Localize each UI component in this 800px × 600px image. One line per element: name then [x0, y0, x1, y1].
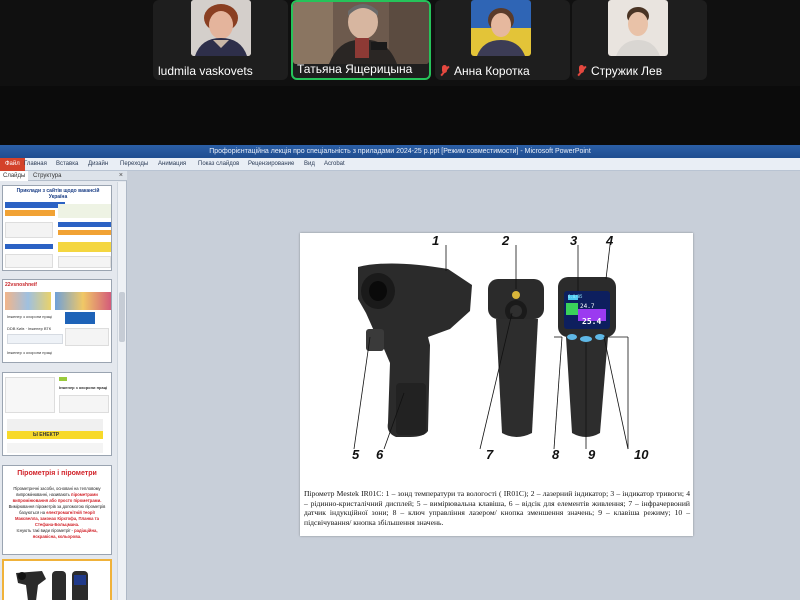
slide-thumbnail-1[interactable]: Приклади з сайтів щодо вакансій Україна — [2, 185, 112, 271]
thumb1-banner — [5, 244, 53, 249]
thumb2-line: Інженер з охорони праці — [7, 350, 53, 355]
pane-tab-bar: Слайды Структура × — [0, 171, 127, 181]
label-6: 6 — [376, 447, 384, 462]
participant-name-3: Анна Коротка — [439, 64, 570, 78]
tab-animation[interactable]: Анимация — [158, 158, 186, 171]
tab-file[interactable]: Файл — [0, 158, 25, 171]
label-4: 4 — [606, 233, 614, 248]
participant-tile-1[interactable]: ludmila vaskovets — [153, 0, 288, 80]
thumb2-line: Інженер з охорони праці — [7, 314, 53, 319]
person-avatar-icon — [471, 0, 531, 56]
thumb2-image — [55, 292, 111, 310]
label-9: 9 — [588, 447, 596, 462]
slides-pane: Слайды Структура × Приклади з сайтів щод… — [0, 171, 127, 600]
thumb2-card — [65, 328, 109, 346]
label-8: 8 — [552, 447, 560, 462]
tab-home[interactable]: Главная — [24, 158, 47, 171]
scrollbar-thumb[interactable] — [119, 292, 125, 342]
thumb4-text: Пірометричні засоби, основані на теплово… — [7, 486, 107, 540]
tab-outline[interactable]: Структура — [30, 171, 64, 181]
thumb3-line: Ы ЕНЕКТР — [33, 432, 60, 438]
participant-tile-4[interactable]: Стружик Лев — [572, 0, 707, 80]
thumb3-line: Інженер з охорони праці — [59, 385, 108, 390]
label-5: 5 — [352, 447, 360, 462]
thumb1-banner — [5, 210, 55, 216]
display-reading-2: 24.7 — [580, 303, 595, 310]
thumb1-banner — [5, 202, 65, 208]
slide-thumbnail-5[interactable] — [2, 559, 112, 600]
tab-slideshow[interactable]: Показ слайдов — [198, 158, 239, 171]
tab-transitions[interactable]: Переходы — [120, 158, 148, 171]
thumb3-card — [7, 419, 103, 431]
slide-thumbnail-3[interactable]: Інженер з охорони праці Ы ЕНЕКТР — [2, 372, 112, 456]
slide-editor: 1 2 3 4 5 6 7 8 9 10 6.0/85 24.7 25.4 Пі… — [128, 171, 800, 600]
participant-tile-3[interactable]: Анна Коротка — [435, 0, 570, 80]
label-10: 10 — [634, 447, 649, 462]
mic-muted-icon — [576, 65, 587, 76]
thumb4-text-3: Існують такі види пірометрії - — [16, 528, 73, 533]
pane-scrollbar[interactable] — [117, 182, 126, 600]
tab-slides[interactable]: Слайды — [0, 171, 29, 181]
label-3: 3 — [570, 233, 578, 248]
participant-name-3-text: Анна Коротка — [454, 64, 530, 78]
thumb1-card — [5, 254, 53, 268]
thumb3-card — [59, 395, 109, 413]
person-avatar-icon — [608, 0, 668, 56]
thumb2-image — [5, 292, 51, 310]
thumb2-logo: 22vsnoshneif — [5, 282, 37, 288]
person-avatar-icon — [191, 0, 251, 56]
thumb2-logo-block — [65, 312, 95, 324]
participant-name-2: Татьяна Ящерицына — [297, 62, 413, 76]
thumb1-card — [58, 256, 111, 268]
participant-name-4-text: Стружик Лев — [591, 64, 663, 78]
slide-thumbnail-2[interactable]: 22vsnoshneif Інженер з охорони праці DDB… — [2, 279, 112, 363]
powerpoint-window: Профорієнтаційна лекція про спеціальніст… — [0, 145, 800, 600]
window-title: Профорієнтаційна лекція про спеціальніст… — [0, 145, 800, 158]
label-1: 1 — [432, 233, 440, 248]
participant-video-2 — [293, 2, 429, 64]
screen: ludmila vaskovets Татьяна Ящерицына Анна… — [0, 0, 800, 600]
participant-video-3 — [471, 0, 531, 56]
thumb1-banner — [58, 222, 111, 227]
thumb1-banner — [58, 230, 111, 235]
participant-tile-2[interactable]: Татьяна Ящерицына — [291, 0, 431, 80]
mic-muted-icon — [439, 65, 450, 76]
display-reading-3: 25.4 — [582, 317, 602, 326]
thumb2-card — [7, 334, 63, 344]
thumb3-logo-block — [59, 377, 67, 381]
participant-video-4 — [608, 0, 668, 56]
current-slide[interactable]: 1 2 3 4 5 6 7 8 9 10 6.0/85 24.7 25.4 Пі… — [300, 233, 693, 536]
tab-acrobat[interactable]: Acrobat — [324, 158, 345, 171]
tab-insert[interactable]: Вставка — [56, 158, 78, 171]
label-7: 7 — [486, 447, 494, 462]
thermometer-illustration — [353, 244, 629, 450]
video-call-strip: ludmila vaskovets Татьяна Ящерицына Анна… — [0, 0, 800, 86]
tab-review[interactable]: Рецензирование — [248, 158, 294, 171]
display-reading-1: 6.0/85 — [568, 294, 583, 299]
tab-view[interactable]: Вид — [304, 158, 315, 171]
thumb2-line: DDB Київ · Інженер ВТК — [7, 326, 52, 331]
participant-name-1: ludmila vaskovets — [158, 64, 253, 78]
slide-caption: Пірометр Mestek IR01C: 1 – зонд температ… — [304, 489, 690, 527]
participant-video-1 — [191, 0, 251, 56]
thumb1-title: Приклади з сайтів щодо вакансій Україна — [16, 188, 100, 200]
thumb3-card — [5, 377, 55, 413]
close-icon[interactable]: × — [119, 171, 123, 181]
tab-design[interactable]: Дизайн — [88, 158, 108, 171]
thumb3-card — [7, 443, 103, 453]
person-avatar-icon — [293, 2, 429, 64]
thermometer-thumbnail-image — [4, 561, 110, 600]
label-2: 2 — [502, 233, 510, 248]
thumb1-banner — [58, 242, 111, 252]
thumb1-card — [5, 222, 53, 238]
ribbon-tabs: Файл Главная Вставка Дизайн Переходы Ани… — [0, 158, 800, 171]
thumb4-title: Пірометрія і пірометри — [17, 470, 97, 477]
thumb1-image — [58, 204, 111, 218]
slide-thumbnail-4[interactable]: Пірометрія і пірометри Пірометричні засо… — [2, 465, 112, 555]
participant-name-4: Стружик Лев — [576, 64, 707, 78]
